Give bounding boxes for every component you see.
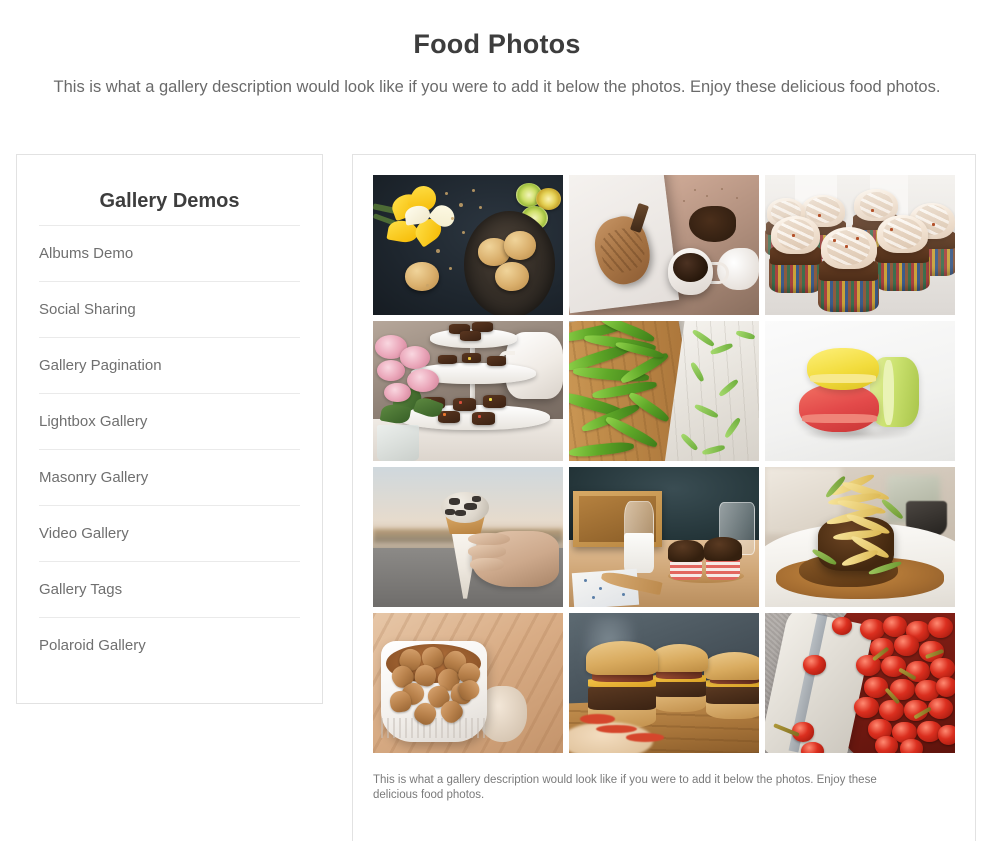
sidebar-item-lightbox-gallery[interactable]: Lightbox Gallery <box>39 393 300 449</box>
photo-thumbnail[interactable] <box>373 613 563 753</box>
sidebar-item-albums-demo[interactable]: Albums Demo <box>39 225 300 281</box>
photo-image-daffodils-cookies <box>373 175 563 315</box>
photo-image-almonds-bowl <box>373 613 563 753</box>
sidebar-item-masonry-gallery[interactable]: Masonry Gallery <box>39 449 300 505</box>
sidebar-item-video-gallery[interactable]: Video Gallery <box>39 505 300 561</box>
photo-image-burgers-board <box>569 613 759 753</box>
sidebar-link-polaroid-gallery[interactable]: Polaroid Gallery <box>39 636 300 656</box>
photo-image-dessert-stand-roses <box>373 321 563 461</box>
sidebar-link-lightbox-gallery[interactable]: Lightbox Gallery <box>39 412 300 432</box>
sidebar-item-gallery-tags[interactable]: Gallery Tags <box>39 561 300 617</box>
sidebar-item-social-sharing[interactable]: Social Sharing <box>39 281 300 337</box>
photo-thumbnail[interactable] <box>569 467 759 607</box>
page-subtitle: This is what a gallery description would… <box>53 78 941 96</box>
sidebar-item-polaroid-gallery[interactable]: Polaroid Gallery <box>39 617 300 673</box>
photo-thumbnail[interactable] <box>569 175 759 315</box>
photo-image-cherries-basket <box>765 613 955 753</box>
sidebar-item-gallery-pagination[interactable]: Gallery Pagination <box>39 337 300 393</box>
sidebar-link-social-sharing[interactable]: Social Sharing <box>39 300 300 320</box>
gallery-caption: This is what a gallery description would… <box>373 774 877 801</box>
photo-thumbnail[interactable] <box>765 321 955 461</box>
photo-thumbnail[interactable] <box>373 175 563 315</box>
photo-image-frosted-cupcakes <box>765 175 955 315</box>
sidebar-link-albums-demo[interactable]: Albums Demo <box>39 244 300 264</box>
photo-image-ice-cream-cone <box>373 467 563 607</box>
sidebar-panel: Gallery Demos Albums Demo Social Sharing… <box>16 154 323 704</box>
photo-grid <box>373 175 955 753</box>
photo-thumbnail[interactable] <box>765 613 955 753</box>
photo-thumbnail[interactable] <box>569 321 759 461</box>
sidebar-link-gallery-pagination[interactable]: Gallery Pagination <box>39 356 300 376</box>
sidebar-link-gallery-tags[interactable]: Gallery Tags <box>39 580 300 600</box>
page-header: Food Photos This is what a gallery descr… <box>0 0 994 98</box>
sidebar-menu: Albums Demo Social Sharing Gallery Pagin… <box>39 225 300 673</box>
photo-image-croissant-coffee <box>569 175 759 315</box>
page-title: Food Photos <box>413 29 581 59</box>
photo-image-macarons <box>765 321 955 461</box>
photo-image-milk-chocolate-cupcakes <box>569 467 759 607</box>
photo-thumbnail[interactable] <box>765 175 955 315</box>
photo-image-plated-gourmet-dish <box>765 467 955 607</box>
photo-thumbnail[interactable] <box>373 321 563 461</box>
photo-thumbnail[interactable] <box>373 467 563 607</box>
gallery-page: Food Photos This is what a gallery descr… <box>0 0 994 841</box>
sidebar-title: Gallery Demos <box>99 190 240 212</box>
photo-thumbnail[interactable] <box>765 467 955 607</box>
gallery-panel: This is what a gallery description would… <box>352 154 976 841</box>
photo-image-green-beans-board <box>569 321 759 461</box>
sidebar-link-masonry-gallery[interactable]: Masonry Gallery <box>39 468 300 488</box>
photo-thumbnail[interactable] <box>569 613 759 753</box>
sidebar-link-video-gallery[interactable]: Video Gallery <box>39 524 300 544</box>
